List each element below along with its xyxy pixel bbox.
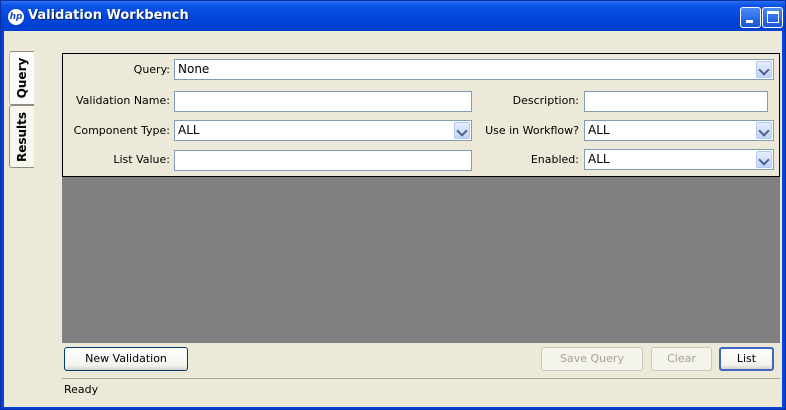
maximize-icon [767,11,779,23]
button-bar: New Validation Save Query Clear List [62,343,780,376]
validation-workbench-window: hp Validation Workbench Query Results Qu… [0,0,786,410]
tab-query[interactable]: Query [9,51,34,105]
use-in-workflow-value: ALL [588,123,610,137]
chevron-down-icon[interactable] [756,122,772,139]
use-in-workflow-select[interactable]: ALL [584,120,774,141]
chevron-down-icon[interactable] [454,122,470,139]
save-query-button[interactable]: Save Query [541,347,643,371]
results-area [62,177,780,343]
clear-button[interactable]: Clear [651,347,712,371]
window-title: Validation Workbench [28,8,189,23]
maximize-button[interactable] [762,7,783,28]
query-select[interactable]: None [174,59,774,80]
new-validation-button[interactable]: New Validation [64,347,188,371]
enabled-select[interactable]: ALL [584,149,774,170]
tab-results[interactable]: Results [9,105,34,168]
use-in-workflow-label: Use in Workflow? [485,124,579,137]
list-button[interactable]: List [719,347,774,371]
list-value-field[interactable] [174,150,472,171]
query-label: Query: [133,63,170,76]
minimize-icon [746,20,753,23]
query-panel: Query: None Validation Name: Description… [62,53,780,177]
component-type-value: ALL [178,123,200,137]
enabled-value: ALL [588,152,610,166]
query-select-value: None [178,62,210,76]
hp-logo-icon: hp [8,9,24,25]
chevron-down-icon[interactable] [756,61,772,78]
chevron-down-icon[interactable] [756,151,772,168]
window-client-area: Query Results Query: None Validation Nam… [4,31,782,407]
tab-query-label: Query [15,57,29,99]
description-label: Description: [512,94,579,107]
status-bar: Ready [62,378,780,400]
list-value-label: List Value: [113,153,170,166]
enabled-label: Enabled: [530,153,579,166]
vertical-tab-strip: Query Results [4,45,62,407]
component-type-select[interactable]: ALL [174,120,472,141]
title-bar[interactable]: hp Validation Workbench [1,1,785,31]
minimize-button[interactable] [740,7,761,28]
tab-results-label: Results [15,111,29,162]
component-type-label: Component Type: [73,124,170,137]
description-field[interactable] [584,91,768,112]
validation-name-field[interactable] [174,91,472,112]
validation-name-label: Validation Name: [76,94,170,107]
